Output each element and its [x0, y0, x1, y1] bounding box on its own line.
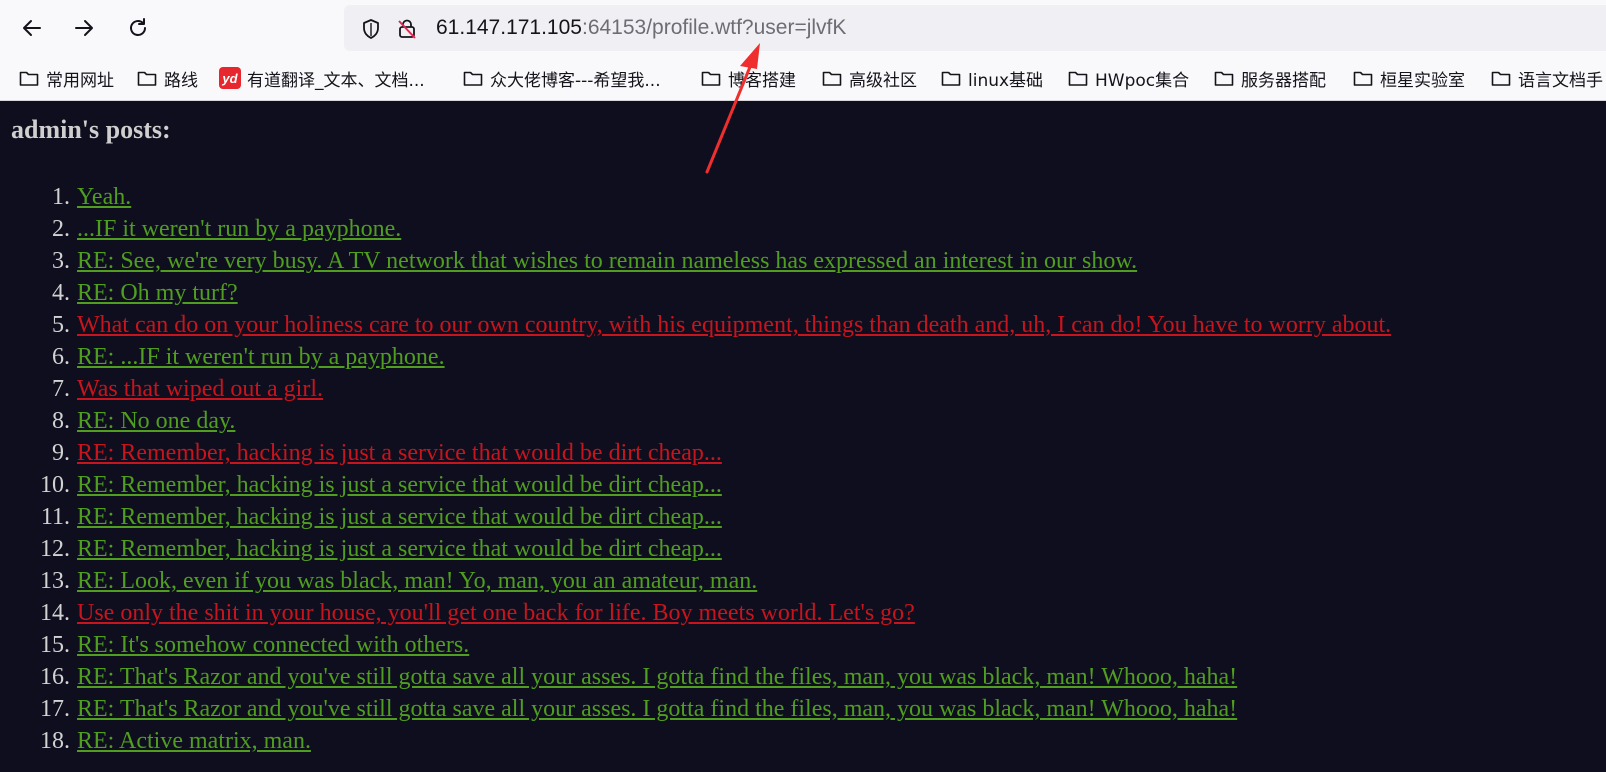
post-link[interactable]: RE: See, we're very busy. A TV network t…	[77, 245, 1137, 277]
folder-icon	[821, 68, 843, 88]
reload-button[interactable]	[120, 10, 156, 46]
bookmark-item[interactable]: 桓星实验室	[1352, 67, 1465, 91]
url-host: 61.147.171.105	[436, 16, 582, 39]
folder-icon	[462, 68, 484, 88]
post-number: 2.	[52, 216, 70, 242]
bookmark-label: linux基础	[968, 70, 1044, 91]
bookmark-label: 博客搭建	[728, 70, 796, 91]
bookmark-label: HWpoc集合	[1095, 70, 1190, 91]
post-link[interactable]: RE: Remember, hacking is just a service …	[77, 469, 722, 501]
post-link[interactable]: RE: It's somehow connected with others.	[77, 629, 469, 661]
post-number: 7.	[52, 376, 70, 402]
page-title: admin's posts:	[11, 115, 171, 144]
post-number: 12.	[40, 536, 70, 562]
post-number: 13.	[40, 568, 70, 594]
post-number: 15.	[40, 632, 70, 658]
insecure-lock-icon[interactable]	[396, 18, 418, 40]
post-number: 3.	[52, 248, 70, 274]
post-number: 4.	[52, 280, 70, 306]
post-link[interactable]: RE: Oh my turf?	[77, 277, 238, 309]
folder-icon	[1352, 68, 1374, 88]
back-button[interactable]	[14, 10, 50, 46]
bookmark-label: 服务器搭配	[1241, 70, 1326, 91]
post-number: 10.	[40, 472, 70, 498]
arrow-left-icon	[23, 20, 41, 36]
url-text[interactable]: 61.147.171.105:64153/profile.wtf?user=jl…	[436, 15, 846, 41]
post-link[interactable]: RE: Look, even if you was black, man! Yo…	[77, 565, 757, 597]
post-link[interactable]: RE: That's Razor and you've still gotta …	[77, 661, 1237, 693]
post-number: 9.	[52, 440, 70, 466]
folder-icon	[1067, 68, 1089, 88]
post-link[interactable]: Use only the shit in your house, you'll …	[77, 597, 915, 629]
folder-icon	[940, 68, 962, 88]
bookmark-item[interactable]: 高级社区	[821, 67, 917, 91]
post-link[interactable]: RE: No one day.	[77, 405, 235, 437]
post-link[interactable]: RE: Remember, hacking is just a service …	[77, 501, 722, 533]
folder-icon	[1490, 68, 1512, 88]
post-number: 14.	[40, 600, 70, 626]
arrow-right-icon	[75, 20, 93, 36]
bookmark-label: 桓星实验室	[1380, 70, 1465, 91]
post-number: 17.	[40, 696, 70, 722]
bookmark-item[interactable]: HWpoc集合	[1067, 67, 1190, 91]
folder-icon	[136, 68, 158, 88]
bookmark-label: 有道翻译_文本、文档...	[247, 70, 425, 91]
folder-icon	[1213, 68, 1235, 88]
post-number: 11.	[40, 504, 70, 530]
post-number: 1.	[52, 184, 70, 210]
url-path: :64153/profile.wtf?user=jlvfK	[581, 16, 847, 39]
bookmark-label: 常用网址	[46, 70, 114, 91]
post-link[interactable]: RE: Remember, hacking is just a service …	[77, 533, 722, 565]
bookmark-item[interactable]: 路线	[136, 67, 198, 91]
shield-icon[interactable]	[360, 18, 382, 40]
post-link[interactable]: RE: Active matrix, man.	[77, 725, 311, 757]
post-number: 6.	[52, 344, 70, 370]
bookmark-item[interactable]: 语言文档手	[1490, 67, 1603, 91]
bookmark-label: 高级社区	[849, 70, 917, 91]
bookmark-item[interactable]: yd 有道翻译_文本、文档...	[219, 67, 425, 91]
post-link[interactable]: ...IF it weren't run by a payphone.	[77, 213, 401, 245]
page-content: admin's posts: 1. Yeah. 2. ...IF it weren't…	[0, 101, 1606, 772]
reload-icon	[130, 18, 146, 36]
browser-toolbar: 61.147.171.105:64153/profile.wtf?user=jl…	[0, 0, 1606, 57]
post-number: 8.	[52, 408, 70, 434]
bookmark-item[interactable]: 博客搭建	[700, 67, 796, 91]
post-link[interactable]: RE: ...IF it weren't run by a payphone.	[77, 341, 445, 373]
bookmark-label: 路线	[164, 70, 198, 91]
bookmark-item[interactable]: 常用网址	[18, 67, 114, 91]
post-link[interactable]: Yeah.	[77, 181, 131, 213]
post-link[interactable]: RE: That's Razor and you've still gotta …	[77, 693, 1237, 725]
post-number: 16.	[40, 664, 70, 690]
bookmark-item[interactable]: 众大佬博客---希望我...	[462, 67, 661, 91]
bookmarks-bar: 常用网址 路线 yd 有道翻译_文本、文档... 众大佬博客---希望我... 博客搭建 高…	[0, 57, 1606, 101]
address-bar[interactable]: 61.147.171.105:64153/profile.wtf?user=jl…	[344, 5, 1606, 51]
post-link[interactable]: RE: Remember, hacking is just a service …	[77, 437, 722, 469]
bookmark-item[interactable]: 服务器搭配	[1213, 67, 1326, 91]
post-link[interactable]: Was that wiped out a girl.	[77, 373, 323, 405]
post-number: 18.	[40, 728, 70, 754]
bookmark-label: 众大佬博客---希望我...	[490, 70, 661, 91]
bookmark-label: 语言文档手	[1518, 70, 1603, 91]
folder-icon	[18, 68, 40, 88]
bookmark-item[interactable]: linux基础	[940, 67, 1044, 91]
youdao-icon: yd	[219, 67, 241, 89]
forward-button[interactable]	[66, 10, 102, 46]
post-number: 5.	[52, 312, 70, 338]
folder-icon	[700, 68, 722, 88]
post-link[interactable]: What can do on your holiness care to our…	[77, 309, 1391, 341]
